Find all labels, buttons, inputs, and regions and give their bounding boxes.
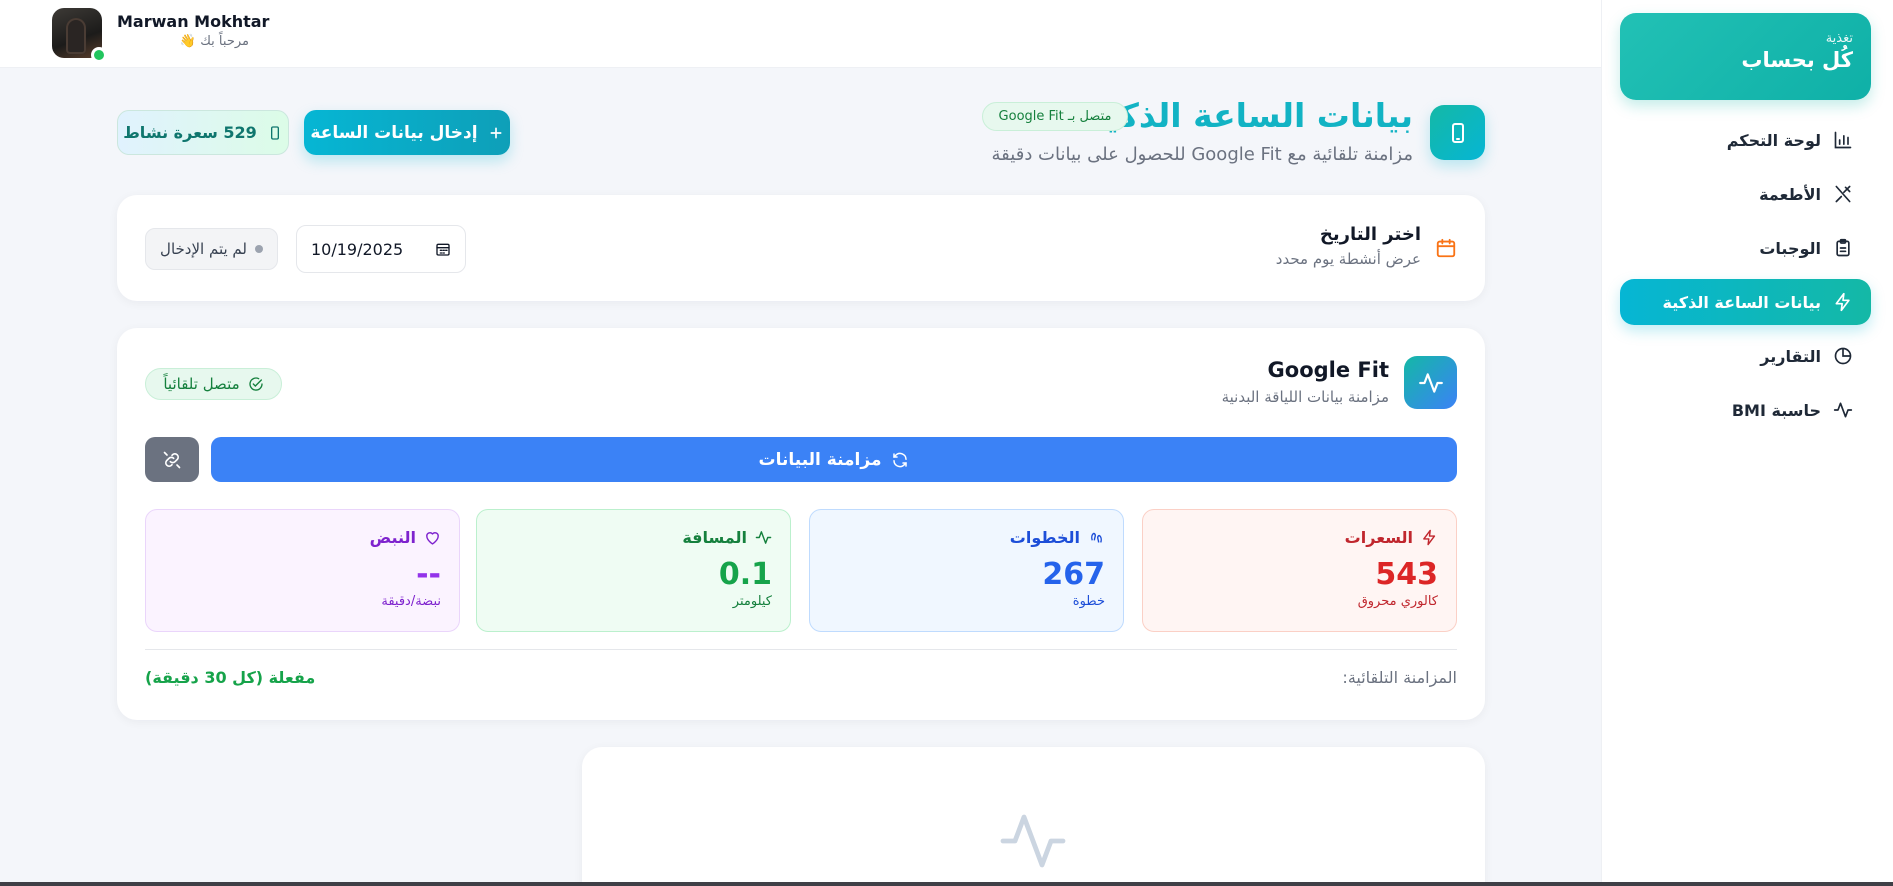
distance-value: 0.1 [718, 557, 772, 592]
status-dot [254, 245, 263, 253]
calories-value: 543 [1375, 557, 1438, 592]
pulse-label: النبض [369, 528, 416, 547]
calories-stat-card: السعرات 543 كالوري محروق [1142, 509, 1457, 632]
pulse-value: -- [416, 557, 441, 592]
sidebar-item-label: الأطعمة [1759, 184, 1821, 204]
phone-icon [267, 125, 283, 141]
bolt-icon [1833, 292, 1853, 312]
entry-status-badge: لم يتم الإدخال [145, 228, 278, 270]
activity-icon [755, 529, 772, 546]
calendar-small-icon[interactable] [435, 241, 451, 257]
google-fit-title: Google Fit [1267, 358, 1389, 382]
calories-label: السعرات [1344, 528, 1413, 547]
date-input[interactable]: 10/19/2025 [296, 225, 466, 273]
brand-logo[interactable]: تغذية كُل بحساب [1620, 13, 1871, 100]
date-label: اختر التاريخ [1319, 224, 1421, 245]
plus-icon [488, 125, 504, 141]
footprints-icon [1088, 529, 1105, 546]
sidebar-item-label: التقارير [1760, 346, 1821, 366]
google-fit-subtitle: مزامنة بيانات اللياقة البدنية [1221, 388, 1389, 406]
steps-unit: خطوة [1072, 594, 1105, 609]
date-picker-card: اختر التاريخ عرض أنشطة يوم محدد 10/19/20… [117, 195, 1485, 301]
unlink-icon [162, 450, 182, 470]
sidebar-item-smartwatch[interactable]: بيانات الساعة الذكية [1620, 279, 1871, 325]
page-title: بيانات الساعة الذكية [1086, 96, 1413, 135]
sidebar-item-bmi[interactable]: حاسبة BMI [1620, 387, 1871, 433]
distance-unit: كيلومتر [732, 594, 772, 609]
activity-icon [1833, 400, 1853, 420]
brand-title: كُل بحساب [1741, 48, 1853, 72]
check-circle-icon [248, 376, 264, 392]
google-fit-connected-badge: متصل بـ Google Fit [982, 102, 1128, 131]
distance-stat-card: المسافة 0.1 كيلومتر [476, 509, 791, 632]
sidebar-nav: لوحة التحكم الأطعمة الوجبات بيانات الساع… [1620, 117, 1871, 441]
activity-calories-pill: 529 سعرة نشاط [117, 110, 289, 155]
heart-icon [424, 529, 441, 546]
activity-calories-label: 529 سعرة نشاط [123, 123, 257, 142]
google-fit-activity-icon [1404, 356, 1457, 409]
google-fit-card: Google Fit مزامنة بيانات اللياقة البدنية… [117, 328, 1485, 720]
enter-watch-data-button[interactable]: إدخال بيانات الساعة [304, 110, 510, 155]
user-name: Marwan Mokhtar [117, 12, 270, 31]
sync-data-label: مزامنة البيانات [758, 449, 882, 470]
pulse-stat-card: النبض -- نبضة/دقيقة [145, 509, 460, 632]
calendar-icon [1435, 237, 1457, 259]
enter-watch-data-label: إدخال بيانات الساعة [310, 122, 478, 143]
pulse-unit: نبضة/دقيقة [381, 594, 441, 609]
sidebar-item-label: الوجبات [1759, 238, 1821, 258]
date-value: 10/19/2025 [311, 239, 404, 259]
clipboard-icon [1833, 238, 1853, 258]
sidebar-item-foods[interactable]: الأطعمة [1620, 171, 1871, 217]
sidebar-item-dashboard[interactable]: لوحة التحكم [1620, 117, 1871, 163]
brand-subtitle: تغذية [1825, 31, 1853, 46]
sidebar-item-reports[interactable]: التقارير [1620, 333, 1871, 379]
auto-sync-value: مفعلة (كل 30 دقيقة) [145, 668, 316, 687]
sidebar-item-meals[interactable]: الوجبات [1620, 225, 1871, 271]
distance-label: المسافة [682, 528, 747, 547]
pie-chart-icon [1833, 346, 1853, 366]
sidebar-item-label: لوحة التحكم [1726, 130, 1821, 150]
activity-placeholder-card [582, 747, 1485, 886]
refresh-icon [891, 451, 909, 469]
unlink-button[interactable] [145, 437, 199, 482]
online-status-dot [91, 47, 107, 63]
sidebar-item-label: بيانات الساعة الذكية [1662, 292, 1821, 312]
utensils-icon [1833, 184, 1853, 204]
auto-sync-label: المزامنة التلقائية: [1342, 668, 1457, 687]
entry-status-label: لم يتم الإدخال [160, 240, 247, 258]
divider [145, 649, 1457, 650]
bar-chart-icon [1833, 130, 1853, 150]
calories-unit: كالوري محروق [1357, 594, 1438, 609]
sidebar-item-label: حاسبة BMI [1731, 400, 1821, 420]
bolt-icon [1421, 529, 1438, 546]
steps-label: الخطوات [1009, 528, 1080, 547]
activity-icon [997, 805, 1069, 877]
smartwatch-icon [1430, 105, 1485, 160]
sync-data-button[interactable]: مزامنة البيانات [211, 437, 1457, 482]
user-greeting: مرحباً بك 👋 [179, 34, 249, 49]
top-bar: Marwan Mokhtar مرحباً بك 👋 [0, 0, 1601, 68]
auto-connected-badge: متصل تلقائياً [145, 368, 282, 400]
sidebar: تغذية كُل بحساب لوحة التحكم الأطعمة الوج… [1601, 0, 1893, 886]
steps-value: 267 [1042, 557, 1105, 592]
date-hint: عرض أنشطة يوم محدد [1275, 250, 1421, 268]
window-bottom-edge [0, 882, 1893, 886]
page-subtitle: مزامنة تلقائية مع Google Fit للحصول على … [991, 144, 1413, 165]
auto-connected-label: متصل تلقائياً [163, 375, 240, 393]
steps-stat-card: الخطوات 267 خطوة [809, 509, 1124, 632]
